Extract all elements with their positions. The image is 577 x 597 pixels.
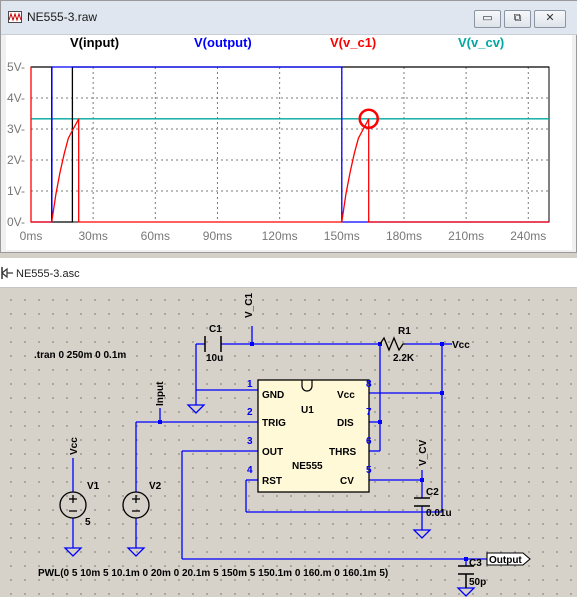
x-tick-label: 180ms: [386, 229, 422, 243]
restore-button[interactable]: ⧉: [504, 10, 531, 28]
waveform-app-icon: [8, 11, 22, 23]
y-tick-label: 5V-: [7, 60, 25, 74]
resistor-r1-symbol: [379, 336, 405, 352]
tran-directive[interactable]: .tran 0 250m 0 0.1m: [34, 350, 126, 361]
pin-number-1: 1: [247, 379, 253, 390]
v1-ref[interactable]: V1: [87, 481, 100, 492]
c3-value[interactable]: 50p: [469, 577, 486, 588]
pin-label-rst: RST: [262, 476, 282, 487]
x-tick-label: 30ms: [78, 229, 107, 243]
schematic-titlebar[interactable]: NE555-3.asc: [0, 258, 577, 288]
pin-label-vcc: Vcc: [337, 390, 355, 401]
u1-ref[interactable]: U1: [301, 405, 314, 416]
capacitor-c1-symbol: [204, 336, 222, 352]
schematic-drawing[interactable]: .tran 0 250m 0 0.1m PWL(0 5 10m 5 10.1m …: [0, 288, 577, 597]
pin-number-6: 6: [366, 436, 372, 447]
c2-value[interactable]: 0.01u: [426, 508, 452, 519]
minimize-button[interactable]: ▭: [474, 10, 501, 28]
schematic-app-icon: [1, 267, 13, 279]
y-tick-label: 0V-: [7, 215, 25, 229]
net-label-input[interactable]: Input: [155, 381, 166, 406]
x-tick-label: 60ms: [141, 229, 170, 243]
x-tick-label: 150ms: [324, 229, 360, 243]
r1-ref[interactable]: R1: [398, 326, 411, 337]
waveform-plot[interactable]: 0ms 30ms 60ms 90ms 120ms 150ms 180ms 210ms 240ms…: [6, 35, 572, 250]
c1-ref[interactable]: C1: [209, 324, 222, 335]
net-label-vcc[interactable]: Vcc: [452, 340, 470, 351]
pin-label-thrs: THRS: [329, 447, 357, 458]
x-tick-label: 240ms: [510, 229, 546, 243]
waveform-window: NE555-3.raw ▭ ⧉ ✕ V(input) V(output) V(v…: [0, 0, 577, 253]
c2-ref[interactable]: C2: [426, 487, 439, 498]
schematic-canvas[interactable]: .tran 0 250m 0 0.1m PWL(0 5 10m 5 10.1m …: [0, 288, 577, 597]
x-tick-label: 90ms: [203, 229, 232, 243]
c1-value[interactable]: 10u: [206, 353, 223, 364]
net-label-vcc-v1[interactable]: Vcc: [69, 437, 80, 455]
net-label-v-cv[interactable]: V_CV: [418, 440, 429, 466]
net-label-output[interactable]: Output: [489, 555, 522, 566]
pin-number-3: 3: [247, 436, 253, 447]
waveform-plot-pane[interactable]: V(input) V(output) V(v_c1) V(v_cv) 0ms 30…: [6, 35, 572, 250]
pin-label-cv: CV: [340, 476, 354, 487]
y-tick-label: 1V-: [7, 184, 25, 198]
r1-value[interactable]: 2.2K: [393, 353, 415, 364]
pin-label-trig: TRIG: [262, 418, 286, 429]
pin-number-5: 5: [366, 465, 372, 476]
x-tick-label: 210ms: [448, 229, 484, 243]
pin-number-8: 8: [366, 379, 372, 390]
y-tick-label: 4V-: [7, 91, 25, 105]
c3-ref[interactable]: C3: [469, 558, 482, 569]
close-button[interactable]: ✕: [534, 10, 566, 28]
u1-part[interactable]: NE555: [292, 461, 323, 472]
schematic-window-title: NE555-3.asc: [16, 268, 80, 280]
pin-number-7: 7: [366, 407, 372, 418]
pwl-source-value[interactable]: PWL(0 5 10m 5 10.1m 0 20m 0 20.1m 5 150m…: [38, 568, 388, 579]
waveform-window-title: NE555-3.raw: [27, 10, 98, 24]
v2-ref[interactable]: V2: [149, 481, 162, 492]
pin-label-out: OUT: [262, 447, 283, 458]
schematic-window: NE555-3.asc .tran 0 250m 0 0.1m PWL(0 5 …: [0, 258, 577, 597]
pin-number-2: 2: [247, 407, 253, 418]
pin-label-dis: DIS: [337, 418, 354, 429]
plot-area-border: [30, 66, 550, 223]
x-tick-label: 0ms: [20, 229, 43, 243]
v1-value[interactable]: 5: [85, 517, 91, 528]
y-tick-label: 3V-: [7, 122, 25, 136]
pin-label-gnd: GND: [262, 390, 284, 401]
waveform-titlebar[interactable]: NE555-3.raw ▭ ⧉ ✕: [1, 1, 577, 35]
voltage-source-symbols: [59, 491, 150, 519]
x-tick-label: 120ms: [262, 229, 298, 243]
net-label-v-c1[interactable]: V_C1: [244, 293, 255, 318]
plot-grid: [30, 66, 550, 223]
y-tick-label: 2V-: [7, 153, 25, 167]
pin-number-4: 4: [247, 465, 253, 476]
